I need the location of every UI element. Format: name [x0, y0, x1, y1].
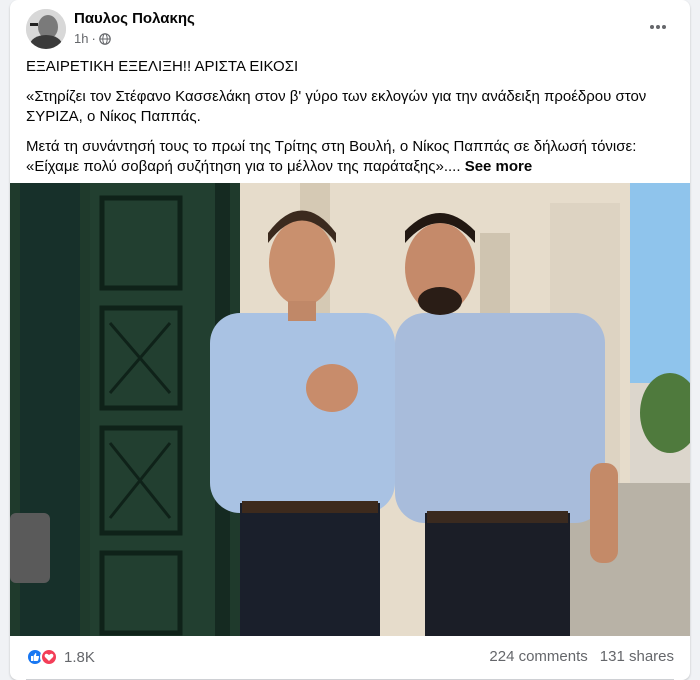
more-horizontal-icon: [650, 25, 666, 29]
meta-separator: ·: [91, 31, 96, 46]
post-meta: 1h ·: [74, 31, 111, 46]
author-name[interactable]: Παυλος Πολακης: [74, 10, 195, 27]
thumbs-up-glyph: [31, 653, 40, 661]
avatar[interactable]: [26, 9, 66, 49]
post-text: ΕΞΑΙΡΕΤΙΚΗ ΕΞΕΛΙΞΗ!! ΑΡΙΣΤΑ ΕΙΚΟΣΙ «Στηρ…: [26, 57, 678, 187]
photo-illustration: [10, 183, 690, 636]
globe-icon[interactable]: [99, 32, 111, 45]
post-footer: 1.8K 224 comments 131 shares: [10, 636, 690, 680]
comments-count[interactable]: 224 comments: [489, 648, 587, 665]
avatar-image: [26, 9, 66, 49]
reactions-summary[interactable]: 1.8K: [26, 648, 95, 666]
post-paragraph-2: «Στηρίζει τον Στέφανο Κασσελάκη στον β' …: [26, 88, 647, 125]
post-paragraph-3-text: Μετά τη συνάντησή τους το πρωί της Τρίτη…: [26, 138, 637, 175]
see-more-link[interactable]: See more: [465, 158, 533, 175]
post-header: Παυλος Πολακης 1h ·: [10, 0, 690, 56]
reaction-count: 1.8K: [64, 648, 95, 666]
post-photo[interactable]: [10, 183, 690, 636]
shares-count[interactable]: 131 shares: [600, 648, 674, 665]
post-time[interactable]: 1h: [74, 31, 88, 46]
love-icon: [40, 648, 58, 666]
engagement-stats: 224 comments 131 shares: [489, 648, 674, 665]
post-paragraph-3: Μετά τη συνάντησή τους το πρωί της Τρίτη…: [26, 137, 678, 177]
heart-glyph: [44, 653, 54, 661]
post-paragraph-1: ΕΞΑΙΡΕΤΙΚΗ ΕΞΕΛΙΞΗ!! ΑΡΙΣΤΑ ΕΙΚΟΣΙ: [26, 58, 299, 75]
more-options-button[interactable]: [640, 12, 676, 42]
facebook-post: Παυλος Πολακης 1h · ΕΞΑΙΡΕΤΙΚΗ ΕΞΕΛΙΞΗ!!…: [10, 0, 690, 680]
